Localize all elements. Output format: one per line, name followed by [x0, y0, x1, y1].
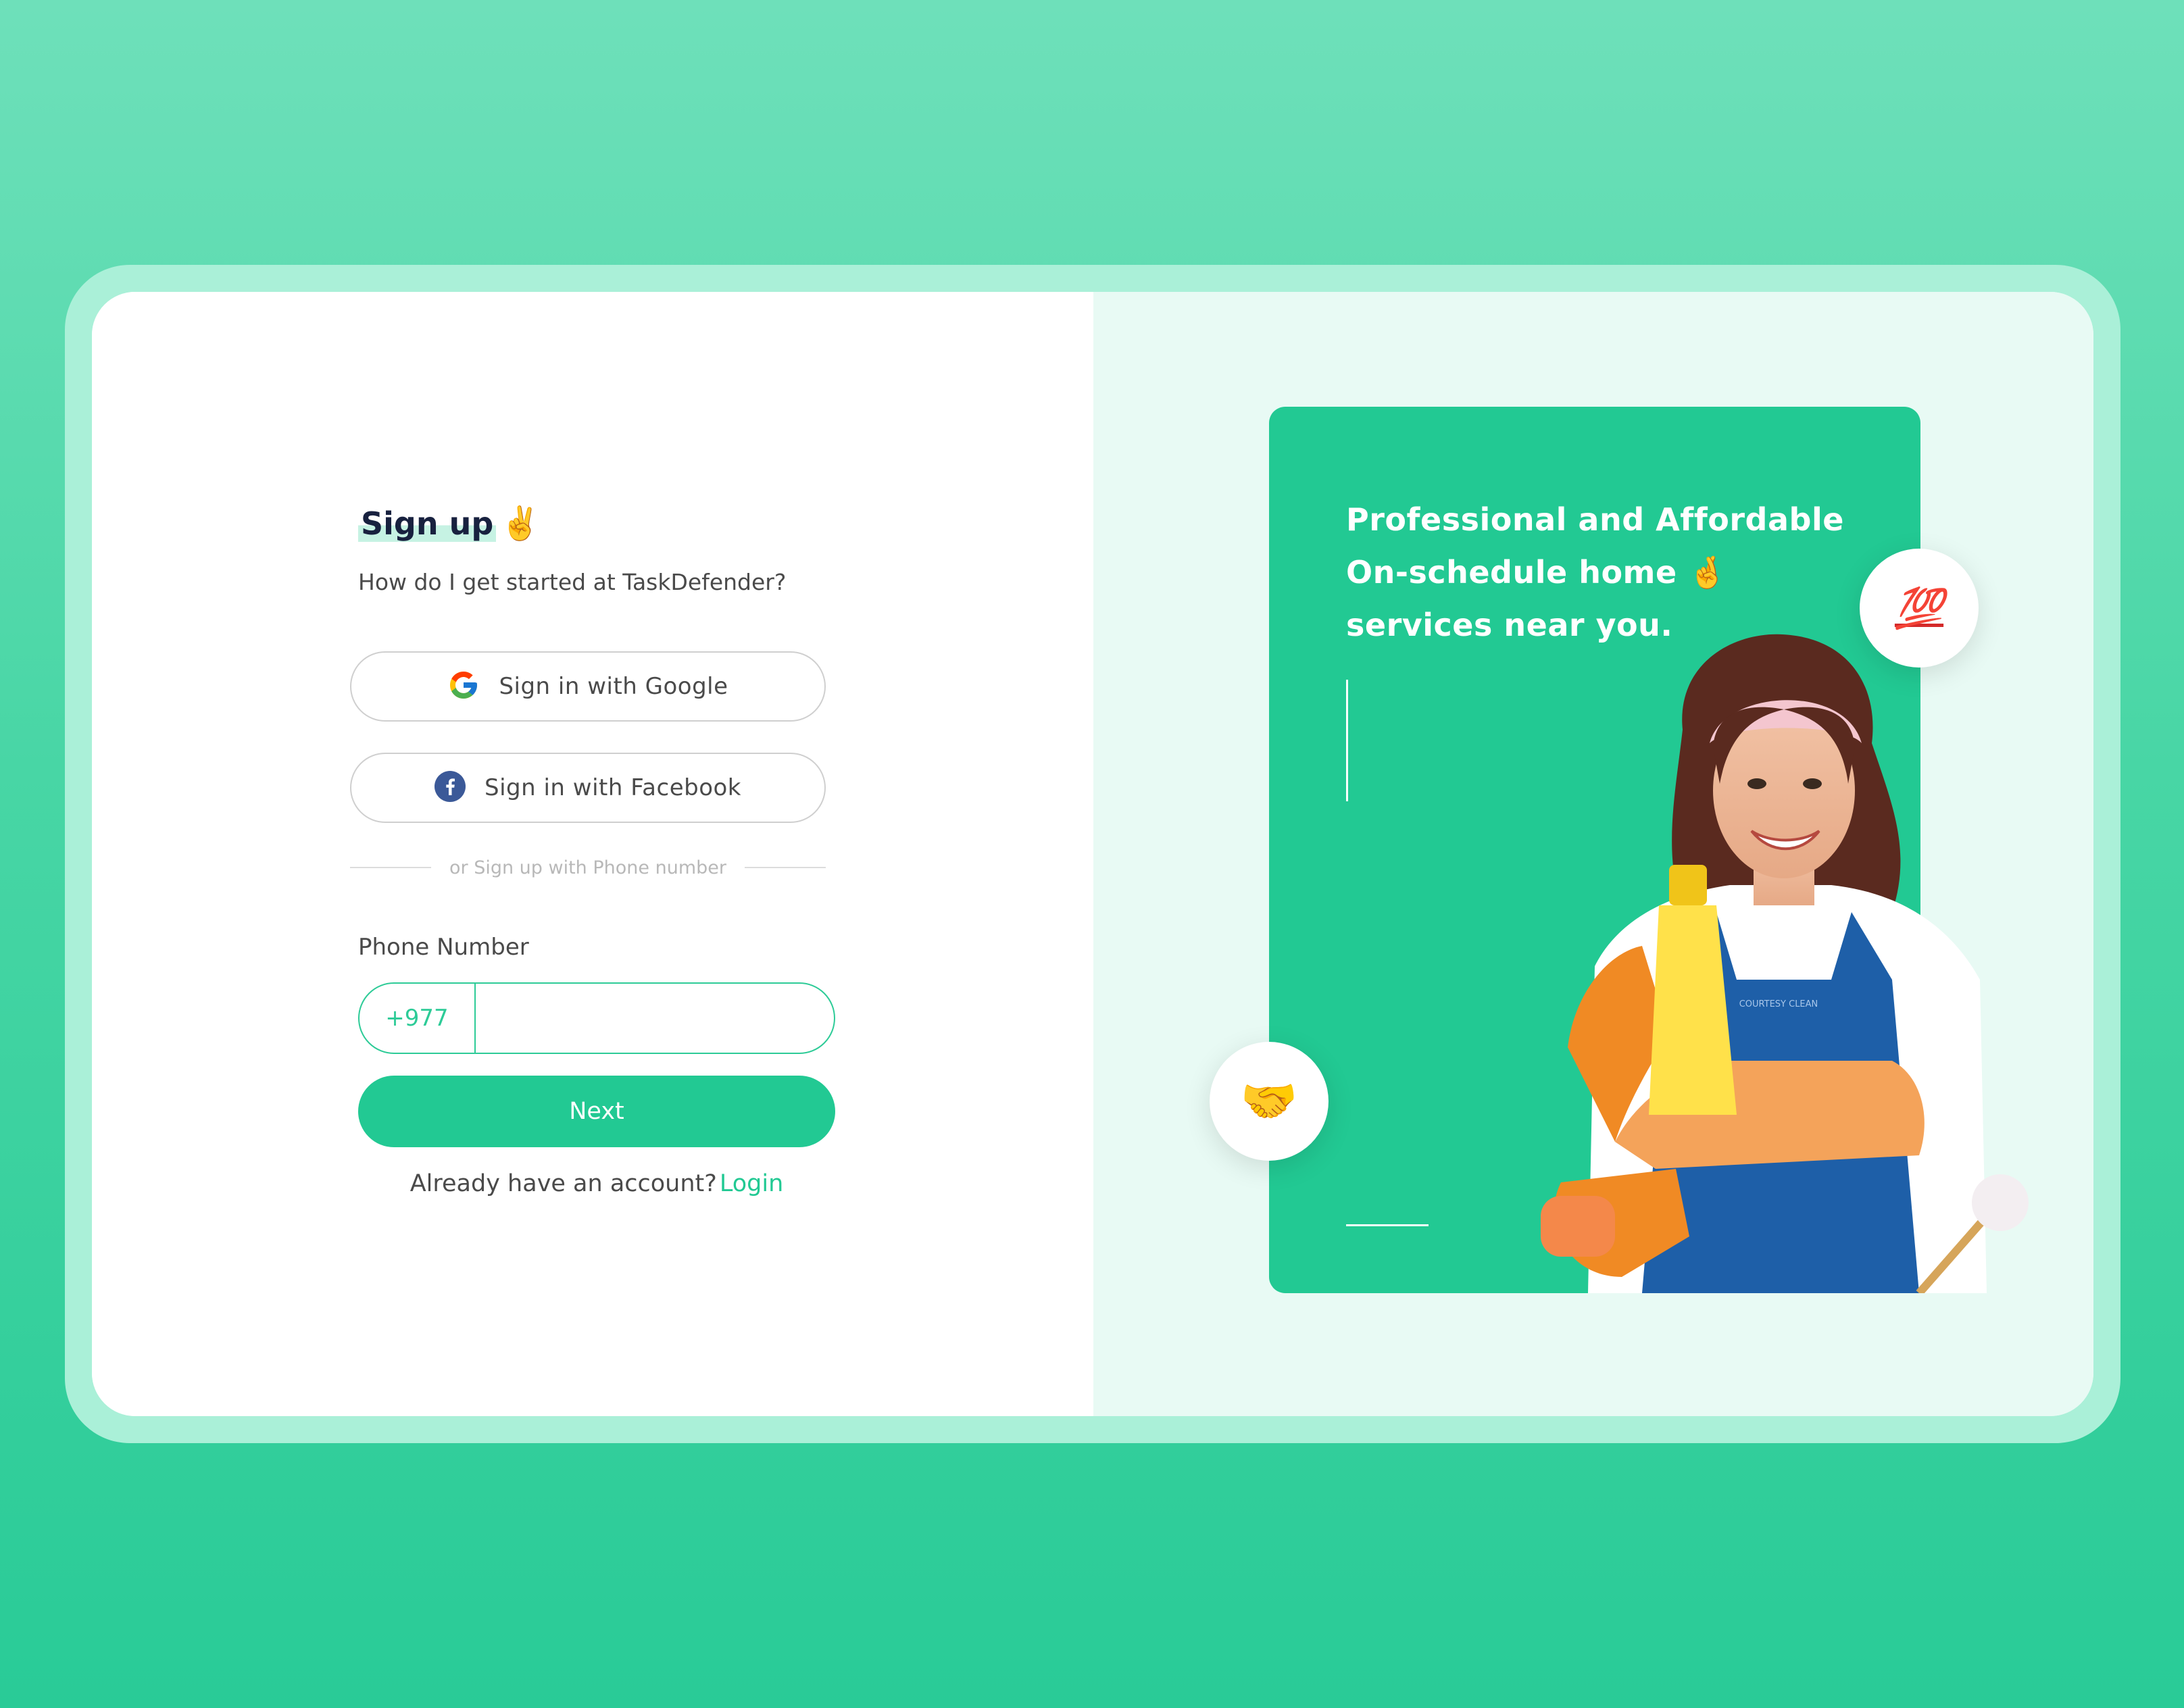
hundred-points-badge: 💯	[1860, 549, 1979, 668]
crossed-fingers-icon: 🤞	[1688, 554, 1727, 591]
headline-line-2-text: On-schedule home	[1346, 554, 1677, 591]
have-account-text: Already have an account?	[410, 1170, 717, 1197]
divider-text: or Sign up with Phone number	[449, 857, 726, 878]
google-signin-label: Sign in with Google	[499, 673, 728, 700]
next-button[interactable]: Next	[358, 1076, 835, 1147]
victory-hand-icon: ✌️	[500, 505, 541, 543]
hundred-points-icon: 💯	[1894, 584, 1944, 631]
headline-line-1: Professional and Affordable	[1346, 501, 1844, 538]
phone-label: Phone Number	[358, 934, 529, 961]
phone-input[interactable]	[476, 984, 834, 1053]
cleaner-illustration: COURTESY CLEAN	[1514, 628, 2081, 1293]
phone-field: +977	[358, 982, 835, 1054]
decorative-horizontal-line	[1346, 1224, 1429, 1226]
promo-headline: Professional and Affordable On-schedule …	[1346, 493, 1844, 651]
page-title: Sign up ✌️	[358, 505, 541, 542]
handshake-icon: 🤝	[1240, 1075, 1298, 1128]
divider-line-left	[350, 867, 431, 868]
headline-line-2: On-schedule home 🤞	[1346, 546, 1833, 599]
login-link[interactable]: Login	[720, 1170, 783, 1197]
title-text: Sign up	[358, 505, 497, 542]
divider-line-right	[745, 867, 826, 868]
google-signin-button[interactable]: Sign in with Google	[350, 651, 826, 722]
login-prompt: Already have an account? Login	[358, 1170, 835, 1197]
page-subtitle: How do I get started at TaskDefender?	[358, 569, 787, 595]
apron-text: COURTESY CLEAN	[1739, 999, 1818, 1009]
facebook-icon	[435, 771, 466, 805]
handshake-badge: 🤝	[1210, 1042, 1329, 1161]
google-icon	[447, 669, 480, 704]
signup-panel: Sign up ✌️ How do I get started at TaskD…	[92, 292, 1093, 1416]
divider: or Sign up with Phone number	[350, 854, 826, 881]
facebook-signin-label: Sign in with Facebook	[485, 774, 741, 801]
decorative-vertical-line	[1346, 680, 1348, 801]
country-code-select[interactable]: +977	[359, 984, 476, 1053]
facebook-signin-button[interactable]: Sign in with Facebook	[350, 753, 826, 823]
